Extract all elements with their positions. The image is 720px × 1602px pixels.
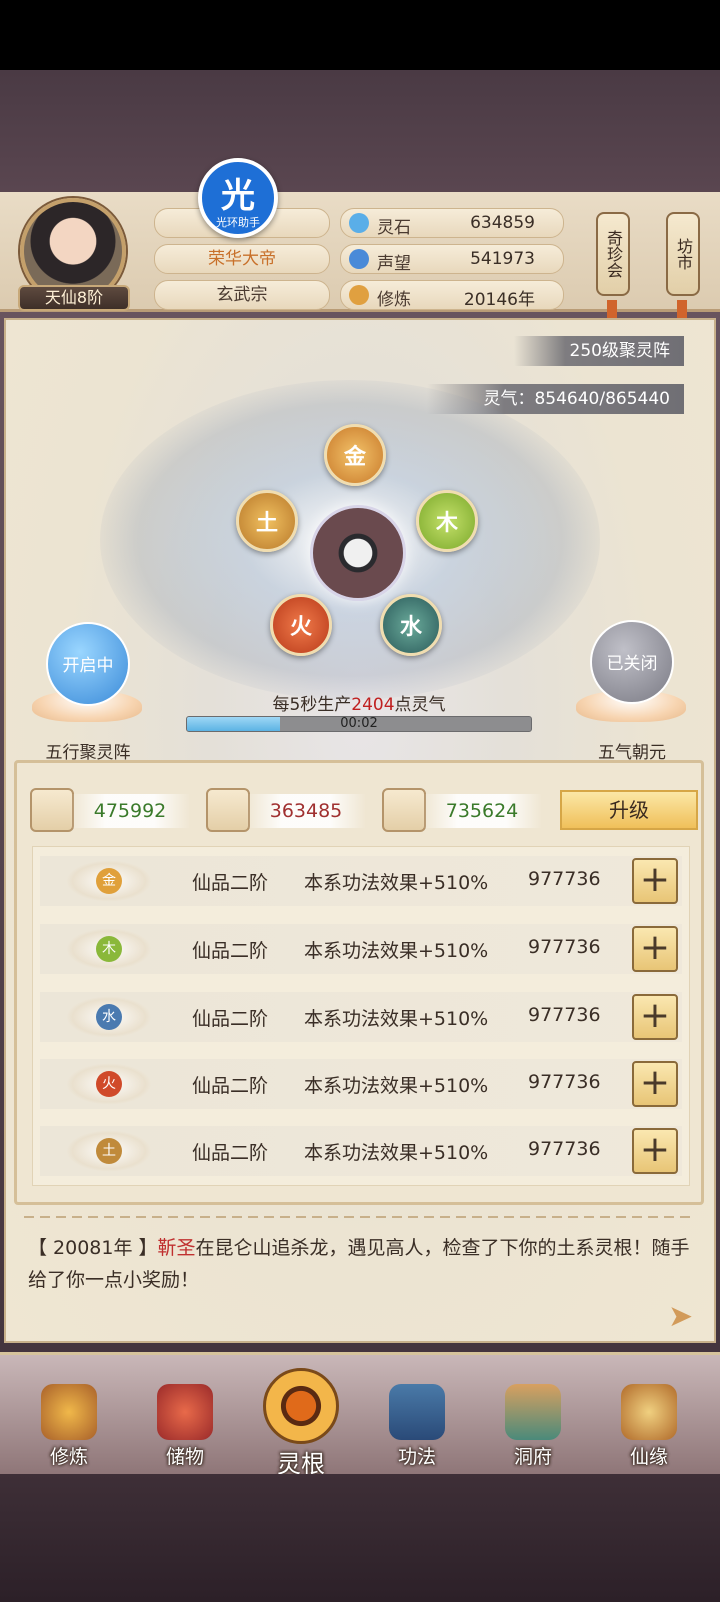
spirit-root-row: 土 仙品二阶 本系功法效果+510% 977736 + (40, 1126, 682, 1176)
earth-orb[interactable]: 土 (236, 490, 298, 552)
stat-spirit-stone: 灵石 634859 (340, 208, 564, 238)
water-orb[interactable]: 水 (380, 594, 442, 656)
nav-storage[interactable]: 储物 (140, 1380, 230, 1470)
stat-value: 541973 (470, 249, 535, 269)
event-log: 【 20081年 】靳圣在昆仑山追杀龙，遇见高人，检查了下你的土系灵根！随手给了… (28, 1232, 698, 1296)
cultivate-icon (41, 1384, 97, 1440)
nav-label: 洞府 (513, 1446, 552, 1468)
produce-amount: 2404 (351, 695, 395, 715)
spirit-stone-icon (349, 213, 369, 233)
nav-label: 功法 (397, 1446, 436, 1468)
produce-suffix: 点灵气 (394, 695, 446, 715)
technique-book-icon (389, 1384, 445, 1440)
add-button[interactable]: + (632, 926, 678, 972)
fire-orb[interactable]: 火 (270, 594, 332, 656)
metal-orb[interactable]: 金 (324, 424, 386, 486)
fire-root-icon: 火 (96, 1071, 122, 1097)
aura-helper-glyph: 光 (221, 176, 255, 216)
progress-timer: 00:02 (340, 716, 378, 731)
metal-root-icon: 金 (96, 868, 122, 894)
herb-icon (382, 788, 426, 832)
spirit-root-icon (263, 1368, 339, 1444)
storage-bag-icon (157, 1384, 213, 1440)
add-button[interactable]: + (632, 858, 678, 904)
spirit-root-row: 木 仙品二阶 本系功法效果+510% 977736 + (40, 924, 682, 974)
nav-spirit-root[interactable]: 灵根 (256, 1368, 346, 1478)
stat-value: 634859 (470, 213, 535, 233)
aura-helper-badge[interactable]: 光 光环助手 (198, 158, 278, 238)
treasure-auction-button[interactable]: 奇珍会 (596, 212, 630, 296)
add-button[interactable]: + (632, 1061, 678, 1107)
immortal-fate-icon (621, 1384, 677, 1440)
add-button[interactable]: + (632, 1128, 678, 1174)
bottom-bar (0, 1474, 720, 1602)
book-icon (30, 788, 74, 832)
root-grade: 仙品二阶 (192, 940, 269, 962)
root-grade: 仙品二阶 (192, 1075, 269, 1097)
root-grade: 仙品二阶 (192, 1008, 269, 1030)
spirit-root-row: 火 仙品二阶 本系功法效果+510% 977736 + (40, 1059, 682, 1109)
add-button[interactable]: + (632, 994, 678, 1040)
wood-log-icon (206, 788, 250, 832)
nav-cultivate[interactable]: 修炼 (24, 1380, 114, 1470)
nav-cave[interactable]: 洞府 (488, 1380, 578, 1470)
nav-technique[interactable]: 功法 (372, 1380, 462, 1470)
production-progress-bar: 00:02 (186, 716, 532, 732)
spirit-root-row: 水 仙品二阶 本系功法效果+510% 977736 + (40, 992, 682, 1042)
root-effect: 本系功法效果+510% (304, 940, 489, 962)
aura-helper-text: 光环助手 (216, 216, 260, 229)
nav-label: 仙缘 (629, 1446, 668, 1468)
root-grade: 仙品二阶 (192, 872, 269, 894)
root-value: 977736 (528, 868, 601, 890)
log-year: 【 20081年 】 (28, 1237, 158, 1259)
root-effect: 本系功法效果+510% (304, 872, 489, 894)
stat-reputation: 声望 541973 (340, 244, 564, 274)
wood-orb[interactable]: 木 (416, 490, 478, 552)
log-character: 靳圣 (157, 1237, 196, 1259)
root-value: 977736 (528, 1071, 601, 1093)
root-grade: 仙品二阶 (192, 1142, 269, 1164)
five-qi-toggle[interactable]: 已关闭 (590, 620, 674, 704)
taiji-core-icon[interactable] (310, 505, 406, 601)
upgrade-button[interactable]: 升级 (560, 790, 698, 830)
production-rate: 每5秒生产2404点灵气 (186, 690, 532, 715)
stat-value: 20146年 (463, 290, 535, 310)
cave-mansion-icon (505, 1384, 561, 1440)
status-bar (0, 0, 720, 70)
cultivation-icon (349, 285, 369, 305)
nav-label: 修炼 (49, 1446, 88, 1468)
root-value: 977736 (528, 936, 601, 958)
player-title[interactable]: 荣华大帝 (154, 244, 330, 274)
root-value: 977736 (528, 1004, 601, 1026)
array-level-banner: 250级聚灵阵 (513, 336, 684, 366)
resource-value: 363485 (246, 794, 366, 828)
resource-value: 475992 (70, 794, 190, 828)
water-root-icon: 水 (96, 1004, 122, 1030)
root-effect: 本系功法效果+510% (304, 1142, 489, 1164)
produce-prefix: 每5秒生产 (272, 695, 352, 715)
stat-label: 灵石 (377, 218, 411, 238)
five-elements-array-toggle[interactable]: 开启中 (46, 622, 130, 706)
nav-fate[interactable]: 仙缘 (604, 1380, 694, 1470)
nav-label: 储物 (165, 1446, 204, 1468)
spirit-root-row: 金 仙品二阶 本系功法效果+510% 977736 + (40, 856, 682, 906)
stat-cultivation: 修炼 20146年 (340, 280, 564, 310)
resource-value: 735624 (422, 794, 542, 828)
player-sect[interactable]: 玄武宗 (154, 280, 330, 310)
earth-root-icon: 土 (96, 1138, 122, 1164)
root-effect: 本系功法效果+510% (304, 1008, 489, 1030)
stat-label: 修炼 (377, 290, 411, 310)
stat-label: 声望 (377, 254, 411, 274)
root-value: 977736 (528, 1138, 601, 1160)
market-button[interactable]: 坊市 (666, 212, 700, 296)
root-effect: 本系功法效果+510% (304, 1075, 489, 1097)
reputation-icon (349, 249, 369, 269)
wood-root-icon: 木 (96, 936, 122, 962)
ornament-divider (24, 1216, 696, 1218)
next-arrow-icon[interactable]: ➤ (668, 1302, 708, 1332)
rank-plate: 天仙8阶 (18, 285, 130, 311)
